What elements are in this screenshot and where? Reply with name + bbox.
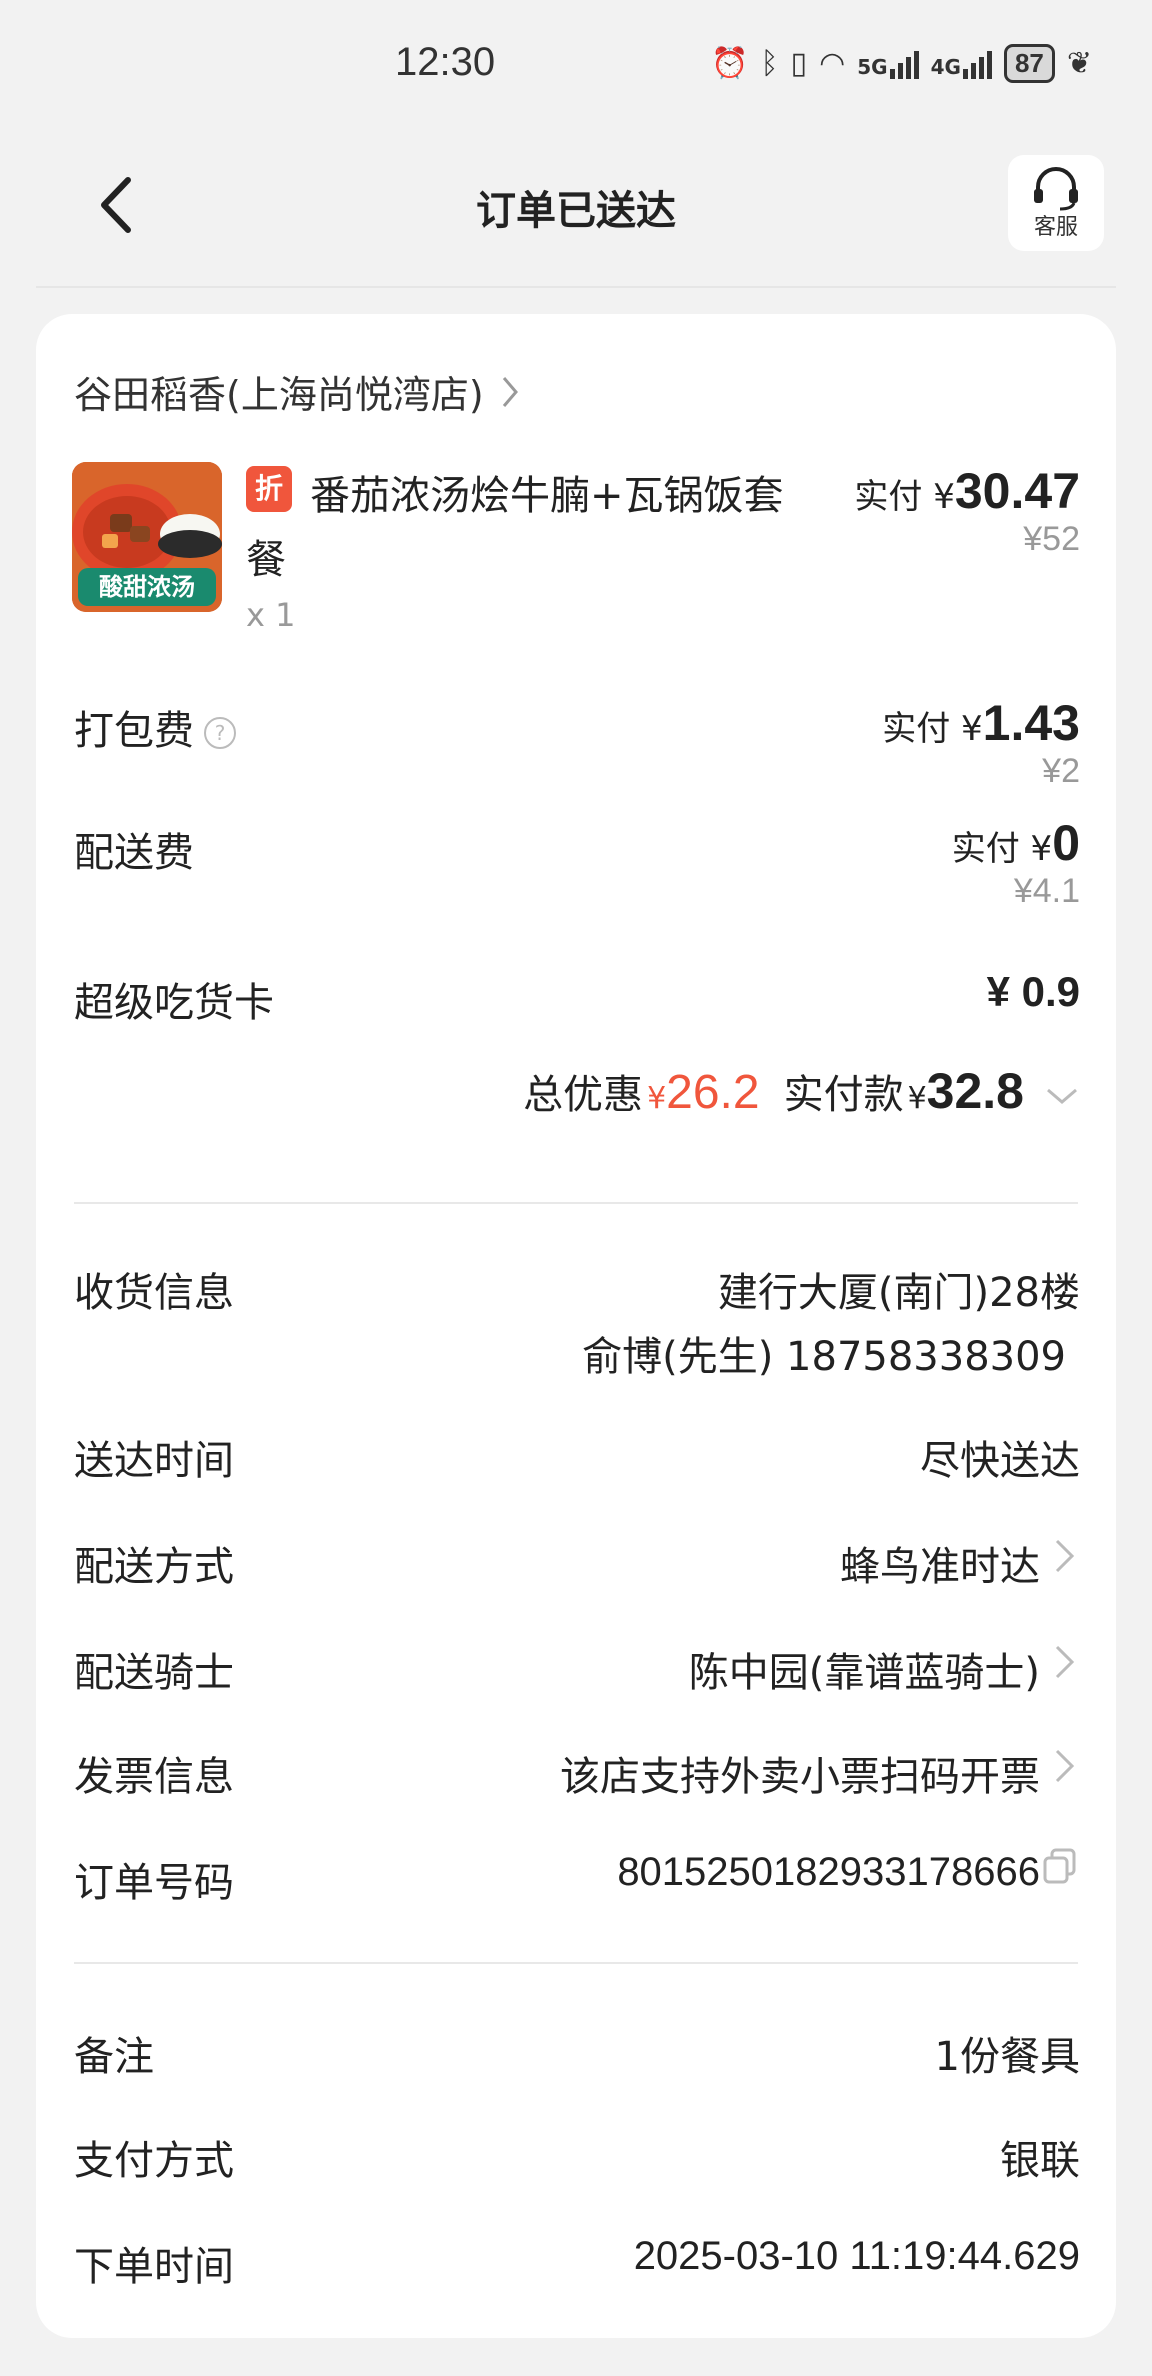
payment-method-value: 银联 [1000, 2138, 1080, 2184]
delivery-fee-label: 配送费 [74, 830, 194, 876]
packing-paid-prefix: 实付 ¥ [882, 709, 983, 749]
chevron-right-icon [502, 376, 518, 407]
remark-label: 备注 [74, 2034, 154, 2080]
invoice-label: 发票信息 [74, 1754, 234, 1800]
discount-currency: ¥ [647, 1081, 667, 1116]
bluetooth-icon: ᛒ [760, 46, 779, 81]
rider-label: 配送骑士 [74, 1650, 234, 1696]
rider-value[interactable]: 陈中园(靠谱蓝骑士) [689, 1640, 1040, 1698]
paid-total-value: 32.8 [926, 1063, 1024, 1119]
food-image-tag: 酸甜浓汤 [78, 568, 216, 606]
headset-icon [1034, 167, 1078, 211]
payment-method-label: 支付方式 [74, 2138, 234, 2184]
status-icons: ⏰ ᛒ ▯ ◠ 5G 4G 87 ❦ [711, 44, 1092, 83]
chevron-right-icon [1055, 1749, 1075, 1783]
food-quantity: x 1 [246, 596, 296, 634]
order-time-value: 2025-03-10 11:19:44.629 [633, 2234, 1080, 2278]
status-time: 12:30 [395, 40, 496, 84]
delivery-fee-price: 实付 ¥0 ¥4.1 [952, 814, 1080, 911]
page-title: 订单已送达 [476, 188, 676, 234]
vibrate-icon: ▯ [790, 46, 808, 81]
food-image[interactable]: 酸甜浓汤 [72, 462, 222, 612]
item-paid-value: 30.47 [954, 463, 1080, 519]
packing-fee-price: 实付 ¥1.43 ¥2 [882, 694, 1080, 791]
address-label: 收货信息 [74, 1270, 234, 1316]
remark-value: 1份餐具 [934, 2034, 1080, 2080]
packing-original-price: ¥2 [1042, 752, 1080, 790]
discount-label: 总优惠 [523, 1072, 644, 1118]
copy-icon[interactable] [1042, 1846, 1078, 1886]
chevron-right-icon [1055, 1645, 1075, 1679]
delivery-time-value: 尽快送达 [920, 1438, 1080, 1484]
paid-total-label: 实付款 [783, 1072, 904, 1118]
delivery-method-label: 配送方式 [74, 1544, 234, 1590]
packing-paid-value: 1.43 [982, 695, 1080, 751]
order-time-label: 下单时间 [74, 2244, 234, 2290]
section-divider [74, 1202, 1078, 1204]
signal-5g-icon: 5G [857, 49, 919, 79]
packing-fee-label: 打包费 [74, 708, 194, 754]
item-original-price: ¥52 [1023, 520, 1080, 558]
invoice-value[interactable]: 该店支持外卖小票扫码开票 [560, 1744, 1040, 1802]
alarm-icon: ⏰ [711, 46, 749, 81]
customer-service-label: 客服 [1033, 215, 1078, 240]
store-link[interactable]: 谷田稻香(上海尚悦湾店) [74, 364, 520, 419]
discount-value: 26.2 [666, 1066, 760, 1119]
chevron-down-icon [1047, 1088, 1077, 1104]
item-paid-prefix: 实付 ¥ [854, 477, 955, 517]
header-divider [36, 286, 1116, 288]
super-card-label: 超级吃货卡 [74, 980, 274, 1026]
delivery-paid-prefix: 实付 ¥ [951, 829, 1053, 869]
battery-indicator: 87 [1003, 44, 1055, 83]
status-bar: 12:30 ⏰ ᛒ ▯ ◠ 5G 4G 87 ❦ [0, 0, 1152, 130]
wifi-icon: ◠ [819, 46, 846, 81]
order-number-label: 订单号码 [74, 1860, 234, 1906]
super-card-value: ¥ 0.9 [986, 968, 1080, 1015]
delivery-time-label: 送达时间 [74, 1438, 234, 1484]
delivery-original-price: ¥4.1 [1013, 872, 1080, 910]
help-icon[interactable]: ? [204, 717, 236, 749]
total-summary[interactable]: 总优惠 ¥ 26.2 实付款 ¥ 32.8 [523, 1062, 1080, 1120]
packing-fee-row: 打包费? [74, 698, 236, 756]
signal-4g-icon: 4G [931, 49, 992, 79]
item-price: 实付 ¥30.47 ¥52 [854, 462, 1080, 559]
chevron-right-icon [1055, 1539, 1075, 1573]
leaf-icon: ❦ [1066, 46, 1092, 81]
paid-total-currency: ¥ [907, 1081, 927, 1116]
food-name[interactable]: 番茄浓汤烩牛腩+瓦锅饭套餐 [246, 464, 806, 592]
contact-value: 俞博(先生) 18758338309 [582, 1334, 1066, 1380]
section-divider [74, 1962, 1078, 1964]
store-name: 谷田稻香(上海尚悦湾店) [74, 373, 484, 417]
delivery-method-value[interactable]: 蜂鸟准时达 [840, 1534, 1040, 1592]
delivery-paid-value: 0 [1052, 815, 1080, 871]
page-header: 订单已送达 客服 [0, 150, 1152, 280]
customer-service-button[interactable]: 客服 [1008, 155, 1104, 251]
order-number-value: 8015250182933178666 [617, 1850, 1040, 1894]
address-value: 建行大厦(南门)28楼 [717, 1270, 1080, 1316]
order-card: 谷田稻香(上海尚悦湾店) 酸甜浓汤 折 番茄浓汤烩牛腩+瓦锅饭套餐 x 1 实付… [36, 314, 1116, 2338]
